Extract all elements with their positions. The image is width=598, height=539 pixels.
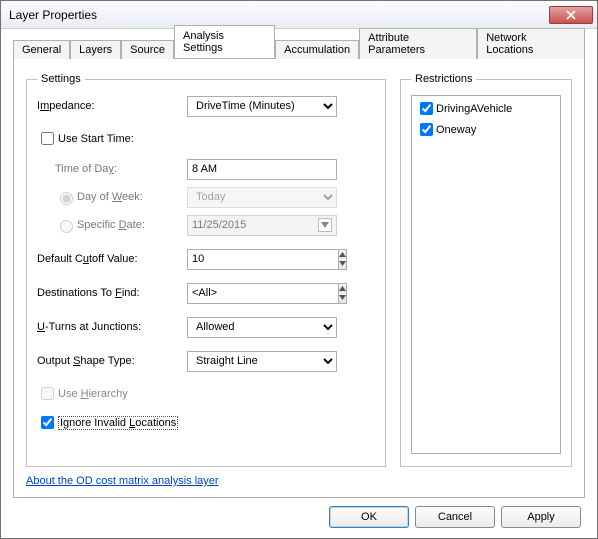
day-of-week-select: Today — [187, 187, 337, 208]
ignore-invalid-row: Ignore Invalid Locations — [37, 413, 375, 432]
specific-date-input: 11/25/2015 — [187, 215, 337, 236]
destinations-spin-down[interactable] — [339, 293, 346, 303]
tab-panel: Settings Impedance: DriveTime (Minutes) … — [13, 59, 585, 498]
tab-source[interactable]: Source — [121, 40, 174, 59]
restriction-label: Oneway — [436, 124, 476, 136]
uturns-select[interactable]: Allowed — [187, 317, 337, 338]
settings-group: Settings Impedance: DriveTime (Minutes) … — [26, 73, 386, 467]
restriction-checkbox-drivingavehicle[interactable] — [420, 102, 433, 115]
tab-general[interactable]: General — [13, 40, 70, 59]
use-hierarchy-label: Use Hierarchy — [58, 388, 128, 400]
close-button[interactable] — [549, 6, 593, 24]
restriction-item: Oneway — [414, 119, 558, 140]
calendar-icon — [318, 218, 332, 232]
cutoff-spin-up[interactable] — [339, 250, 346, 260]
tab-accumulation[interactable]: Accumulation — [275, 40, 359, 59]
restriction-checkbox-oneway[interactable] — [420, 123, 433, 136]
destinations-input[interactable] — [187, 283, 338, 304]
window-title: Layer Properties — [9, 8, 549, 22]
dialog-window: Layer Properties General Layers Source A… — [0, 0, 598, 539]
use-hierarchy-row: Use Hierarchy — [37, 384, 375, 403]
uturns-label: U-Turns at Junctions: — [37, 321, 187, 333]
restriction-label: DrivingAVehicle — [436, 103, 512, 115]
help-link-row: About the OD cost matrix analysis layer — [26, 475, 572, 487]
about-link[interactable]: About the OD cost matrix analysis layer — [26, 475, 219, 487]
restriction-item: DrivingAVehicle — [414, 98, 558, 119]
tab-analysis-settings[interactable]: Analysis Settings — [174, 25, 275, 58]
cutoff-spinner — [338, 249, 347, 270]
impedance-select[interactable]: DriveTime (Minutes) — [187, 96, 337, 117]
use-hierarchy-checkbox — [41, 387, 54, 400]
tab-network-locations[interactable]: Network Locations — [477, 28, 585, 59]
specific-date-radio — [60, 220, 73, 233]
impedance-label: Impedance: — [37, 100, 187, 112]
panel-columns: Settings Impedance: DriveTime (Minutes) … — [26, 73, 572, 467]
restrictions-legend: Restrictions — [411, 73, 476, 85]
destinations-spinner — [338, 283, 347, 304]
tab-strip: General Layers Source Analysis Settings … — [13, 37, 585, 59]
use-start-time-checkbox[interactable] — [41, 132, 54, 145]
specific-date-label: Specific Date: — [37, 217, 187, 233]
use-start-time-label: Use Start Time: — [58, 133, 134, 145]
ignore-invalid-label: Ignore Invalid Locations — [58, 416, 178, 430]
dialog-content: General Layers Source Analysis Settings … — [1, 29, 597, 538]
button-bar: OK Cancel Apply — [13, 498, 585, 528]
shape-label: Output Shape Type: — [37, 355, 187, 367]
ok-button[interactable]: OK — [329, 506, 409, 528]
apply-button[interactable]: Apply — [501, 506, 581, 528]
cutoff-label: Default Cutoff Value: — [37, 253, 187, 265]
shape-select[interactable]: Straight Line — [187, 351, 337, 372]
destinations-label: Destinations To Find: — [37, 287, 187, 299]
destinations-spin-up[interactable] — [339, 284, 346, 294]
cutoff-input[interactable] — [187, 249, 338, 270]
restrictions-list: DrivingAVehicle Oneway — [411, 95, 561, 454]
day-of-week-label: Day of Week: — [37, 189, 187, 205]
cancel-button[interactable]: Cancel — [415, 506, 495, 528]
close-icon — [566, 10, 576, 20]
restrictions-group: Restrictions DrivingAVehicle Oneway — [400, 73, 572, 467]
time-of-day-input[interactable] — [187, 159, 337, 180]
titlebar: Layer Properties — [1, 1, 597, 29]
settings-legend: Settings — [37, 73, 85, 85]
day-of-week-radio — [60, 192, 73, 205]
time-of-day-label: Time of Day: — [37, 163, 187, 175]
tab-layers[interactable]: Layers — [70, 40, 121, 59]
cutoff-spin-down[interactable] — [339, 259, 346, 269]
ignore-invalid-checkbox[interactable] — [41, 416, 54, 429]
tab-attribute-parameters[interactable]: Attribute Parameters — [359, 28, 477, 59]
use-start-time-row: Use Start Time: — [37, 129, 375, 148]
